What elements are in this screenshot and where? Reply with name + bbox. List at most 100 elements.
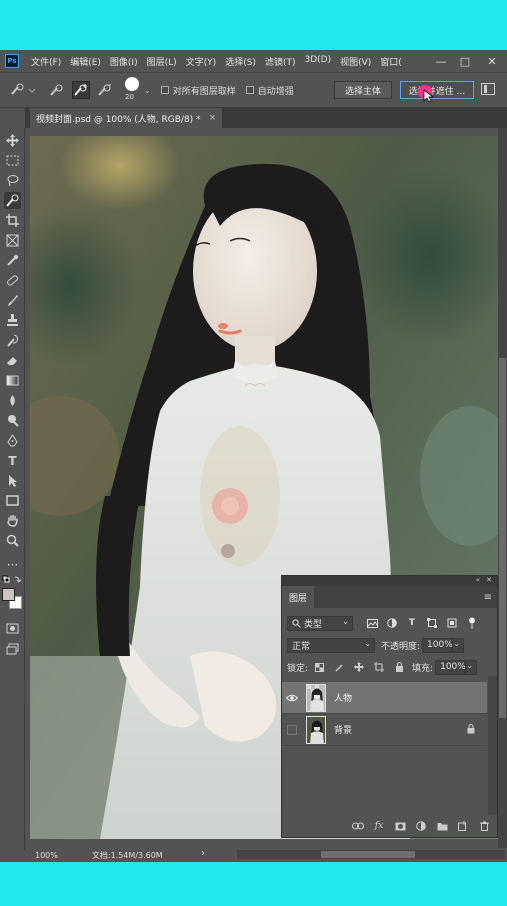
eyedropper-tool-icon[interactable] <box>4 252 21 269</box>
filter-pixel-icon[interactable] <box>365 616 379 630</box>
new-selection-icon[interactable] <box>48 81 66 99</box>
panel-menu-icon[interactable]: ≡ <box>484 592 492 603</box>
crop-tool-icon[interactable] <box>4 212 21 229</box>
foreground-color-swatch[interactable] <box>2 588 15 601</box>
status-menu-arrow[interactable]: › <box>201 848 205 859</box>
type-tool-icon[interactable]: T <box>4 452 21 469</box>
close-tab-icon[interactable]: × <box>209 113 217 123</box>
lock-all-icon[interactable] <box>392 660 406 674</box>
screen-mode-icon[interactable] <box>4 640 21 657</box>
menu-filter[interactable]: 滤镜(T) <box>265 55 296 68</box>
pen-tool-icon[interactable] <box>4 432 21 449</box>
quick-mask-icon[interactable] <box>4 620 21 637</box>
quick-select-preset-icon <box>11 83 35 95</box>
filter-smart-object-icon[interactable] <box>445 616 459 630</box>
horizontal-scrollbar[interactable] <box>237 850 505 859</box>
search-icon <box>292 618 301 628</box>
subtract-selection-icon[interactable] <box>96 81 114 99</box>
menu-edit[interactable]: 编辑(E) <box>70 55 101 68</box>
brush-size-picker[interactable]: 20 <box>122 76 144 104</box>
path-selection-tool-icon[interactable] <box>4 472 21 489</box>
layer-row-person[interactable]: 人物 <box>282 682 487 714</box>
filter-kind-select[interactable]: 类型 ⌄ <box>287 615 353 631</box>
tab-layers[interactable]: 图层 <box>282 586 314 608</box>
maximize-button[interactable]: □ <box>453 50 477 72</box>
add-mask-icon[interactable] <box>393 819 407 833</box>
lock-position-icon[interactable] <box>352 660 366 674</box>
close-panel-icon[interactable]: ✕ <box>486 576 492 584</box>
menu-file[interactable]: 文件(F) <box>31 55 61 68</box>
menu-list: 文件(F) 编辑(E) 图像(I) 图层(L) 文字(Y) 选择(S) 滤镜(T… <box>31 55 411 68</box>
lock-pixels-icon[interactable] <box>332 660 346 674</box>
minimize-button[interactable]: — <box>429 50 453 72</box>
more-tools-icon[interactable]: ··· <box>4 556 21 573</box>
filter-shape-icon[interactable] <box>425 616 439 630</box>
brush-tool-icon[interactable] <box>4 292 21 309</box>
document-tab[interactable]: 视频封面.psd @ 100% (人物, RGB/8) * × <box>30 108 223 128</box>
new-layer-icon[interactable] <box>456 819 470 833</box>
chevron-down-icon: ⌄ <box>364 638 371 648</box>
filter-type-icon[interactable]: T <box>405 616 419 630</box>
menu-3d[interactable]: 3D(D) <box>304 55 331 68</box>
hand-tool-icon[interactable] <box>4 512 21 529</box>
delete-layer-icon[interactable] <box>477 819 491 833</box>
auto-enhance-checkbox[interactable]: 自动增强 <box>245 84 294 97</box>
lock-artboard-icon[interactable] <box>372 660 386 674</box>
gradient-tool-icon[interactable] <box>4 372 21 389</box>
fill-input[interactable]: 100% <box>435 659 466 675</box>
menu-window[interactable]: 窗口( <box>380 55 402 68</box>
collapse-panel-icon[interactable]: « <box>476 576 480 584</box>
menu-layer[interactable]: 图层(L) <box>147 55 177 68</box>
layers-panel-footer: fx <box>282 815 497 837</box>
workspace-icon[interactable] <box>481 83 495 95</box>
select-subject-button[interactable]: 选择主体 <box>334 81 392 99</box>
eraser-tool-icon[interactable] <box>4 352 21 369</box>
menu-select[interactable]: 选择(S) <box>225 55 256 68</box>
visibility-eye-icon[interactable] <box>282 694 302 702</box>
fill-dropdown[interactable]: ⌄ <box>465 659 478 675</box>
select-and-mask-button[interactable]: 选择并遮住 ... <box>400 81 474 99</box>
menu-image[interactable]: 图像(I) <box>110 55 138 68</box>
zoom-tool-icon[interactable] <box>4 532 21 549</box>
sample-all-layers-checkbox[interactable]: 对所有图层取样 <box>160 84 236 97</box>
layer-style-icon[interactable]: fx <box>372 819 386 833</box>
brush-dropdown-icon[interactable]: ⌄ <box>144 86 151 95</box>
layer-row-background[interactable]: 背景 <box>282 714 487 746</box>
brush-size-value: 20 <box>125 93 134 101</box>
opacity-label: 不透明度: <box>381 641 421 652</box>
visibility-toggle[interactable] <box>282 724 302 735</box>
lock-transparent-icon[interactable] <box>312 660 326 674</box>
blur-tool-icon[interactable] <box>4 392 21 409</box>
tool-preset-picker[interactable] <box>8 81 36 99</box>
filter-toggle-icon[interactable] <box>465 616 479 630</box>
vertical-scrollbar[interactable] <box>498 128 507 850</box>
frame-tool-icon[interactable] <box>4 232 21 249</box>
zoom-level[interactable]: 100% <box>35 851 58 860</box>
layers-scrollbar[interactable] <box>488 676 497 816</box>
link-layers-icon[interactable] <box>351 819 365 833</box>
healing-brush-tool-icon[interactable] <box>4 272 21 289</box>
history-brush-tool-icon[interactable] <box>4 332 21 349</box>
move-tool-icon[interactable] <box>4 132 21 149</box>
dodge-tool-icon[interactable] <box>4 412 21 429</box>
menu-type[interactable]: 文字(Y) <box>186 55 217 68</box>
menu-view[interactable]: 视图(V) <box>340 55 371 68</box>
opacity-input[interactable]: 100% <box>422 637 453 653</box>
close-button[interactable]: ✕ <box>477 50 507 72</box>
scrollbar-thumb[interactable] <box>499 358 506 718</box>
clone-stamp-tool-icon[interactable] <box>4 312 21 329</box>
opacity-dropdown[interactable]: ⌄ <box>452 637 465 653</box>
new-group-icon[interactable] <box>435 819 449 833</box>
add-to-selection-icon[interactable] <box>72 81 90 99</box>
blend-mode-select[interactable]: 正常 ⌄ <box>287 637 375 653</box>
rectangle-tool-icon[interactable] <box>4 492 21 509</box>
adjustment-layer-icon[interactable] <box>414 819 428 833</box>
quick-selection-tool-icon[interactable] <box>4 192 21 209</box>
lasso-tool-icon[interactable] <box>4 172 21 189</box>
color-swatches[interactable] <box>2 588 24 612</box>
filter-adjustment-icon[interactable] <box>385 616 399 630</box>
window-controls: — □ ✕ <box>429 50 507 72</box>
marquee-tool-icon[interactable] <box>4 152 21 169</box>
scrollbar-thumb[interactable] <box>321 851 415 858</box>
default-colors-icon[interactable] <box>2 575 22 585</box>
